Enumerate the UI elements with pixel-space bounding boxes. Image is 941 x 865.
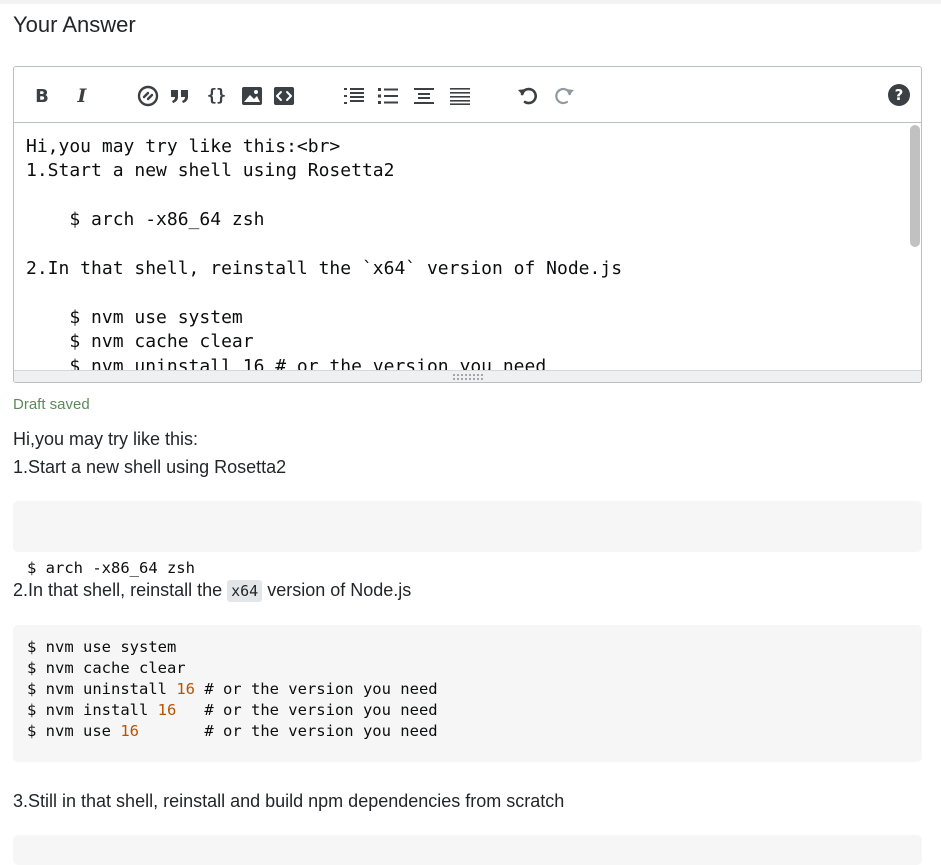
- redo-icon: [555, 87, 574, 105]
- top-divider: [0, 0, 941, 4]
- code-comment: # or the version you need: [194, 680, 438, 698]
- draft-status: Draft saved: [13, 396, 90, 413]
- bold-button[interactable]: B: [28, 82, 56, 110]
- heading-icon: [414, 88, 434, 104]
- horizontal-rule-icon: [450, 88, 470, 105]
- preview-paragraph-1: Hi,you may try like this: 1.Start a new …: [13, 425, 286, 481]
- help-button[interactable]: ?: [888, 84, 910, 106]
- code-line: $ nvm cache clear: [27, 658, 908, 679]
- code-number: 16: [157, 701, 177, 719]
- page-title: Your Answer: [13, 12, 136, 37]
- code-command: $ nvm use: [27, 722, 121, 740]
- code-line: $ arch -x86_64 zsh: [27, 559, 195, 577]
- code-command: $ nvm cache clear: [27, 659, 186, 677]
- undo-icon: [518, 87, 537, 105]
- italic-button[interactable]: I: [68, 82, 96, 110]
- undo-button[interactable]: [514, 82, 542, 110]
- preview-text-line: 1.Start a new shell using Rosetta2: [13, 457, 287, 477]
- preview-text: version of Node.js: [262, 580, 412, 600]
- image-icon: [242, 87, 262, 105]
- horizontal-rule-button[interactable]: [446, 82, 474, 110]
- inline-code: x64: [227, 580, 263, 602]
- redo-button[interactable]: [550, 82, 578, 110]
- heading-button[interactable]: [410, 82, 438, 110]
- numbered-list-icon: [344, 88, 364, 104]
- code-command: $ nvm uninstall: [27, 680, 177, 698]
- editor-line: 2.In that shell, reinstall the `x64` ver…: [26, 257, 623, 279]
- preview-paragraph-3: 3.Still in that shell, reinstall and bui…: [13, 791, 565, 811]
- editor-line: $ arch -x86_64 zsh: [26, 209, 265, 231]
- editor-line: Hi,you may try like this:<br>: [26, 136, 341, 157]
- numbered-list-button[interactable]: [340, 82, 368, 110]
- code-line: $ nvm use 16 # or the version you need: [27, 721, 908, 742]
- code-line: $ nvm uninstall 16 # or the version you …: [27, 679, 908, 700]
- code-comment: # or the version you need: [139, 722, 438, 740]
- snippet-button[interactable]: [270, 82, 298, 110]
- editor-line: $ nvm uninstall 16 # or the version you …: [26, 355, 547, 371]
- image-button[interactable]: [238, 82, 266, 110]
- preview-text-line: Hi,you may try like this:: [13, 429, 199, 449]
- code-number: 16: [176, 680, 195, 698]
- link-button[interactable]: [134, 82, 162, 110]
- code-line: $ nvm use system: [27, 637, 908, 658]
- link-icon: [137, 85, 159, 107]
- editor-line: 1.Start a new shell using Rosetta2: [26, 160, 395, 182]
- preview-paragraph-2: 2.In that shell, reinstall the x64 versi…: [13, 576, 411, 605]
- editor-line: $ nvm use system: [26, 306, 243, 328]
- code-number: 16: [120, 722, 139, 740]
- code-line: $ nvm install 16 # or the version you ne…: [27, 700, 908, 721]
- editor-toolbar: B I {} ?: [14, 67, 921, 123]
- snippet-icon: [274, 87, 294, 105]
- code-command: $ nvm install: [27, 701, 158, 719]
- code-comment: # or the version you need: [176, 701, 438, 719]
- bulleted-list-icon: [378, 88, 398, 104]
- editor-line: $ nvm cache clear: [26, 331, 254, 353]
- answer-editor: B I {} ? Hi,you may try like this:<br> 1…: [13, 66, 922, 383]
- blockquote-button[interactable]: [166, 82, 194, 110]
- preview-code-block-3: [13, 835, 922, 865]
- editor-scrollbar[interactable]: [907, 123, 921, 371]
- bulleted-list-button[interactable]: [374, 82, 402, 110]
- preview-code-block-1: $ arch -x86_64 zsh: [13, 501, 922, 577]
- answer-textarea[interactable]: Hi,you may try like this:<br> 1.Start a n…: [14, 123, 909, 371]
- scrollbar-thumb[interactable]: [910, 125, 920, 247]
- code-command: $ nvm use system: [27, 638, 177, 656]
- resize-grip[interactable]: [14, 370, 921, 382]
- preview-text: 2.In that shell, reinstall the: [13, 580, 228, 600]
- quote-icon: [171, 90, 188, 103]
- grip-dots-icon: [452, 373, 483, 380]
- preview-code-block-2: $ nvm use system $ nvm cache clear $ nvm u…: [13, 625, 922, 762]
- code-button[interactable]: {}: [202, 82, 230, 110]
